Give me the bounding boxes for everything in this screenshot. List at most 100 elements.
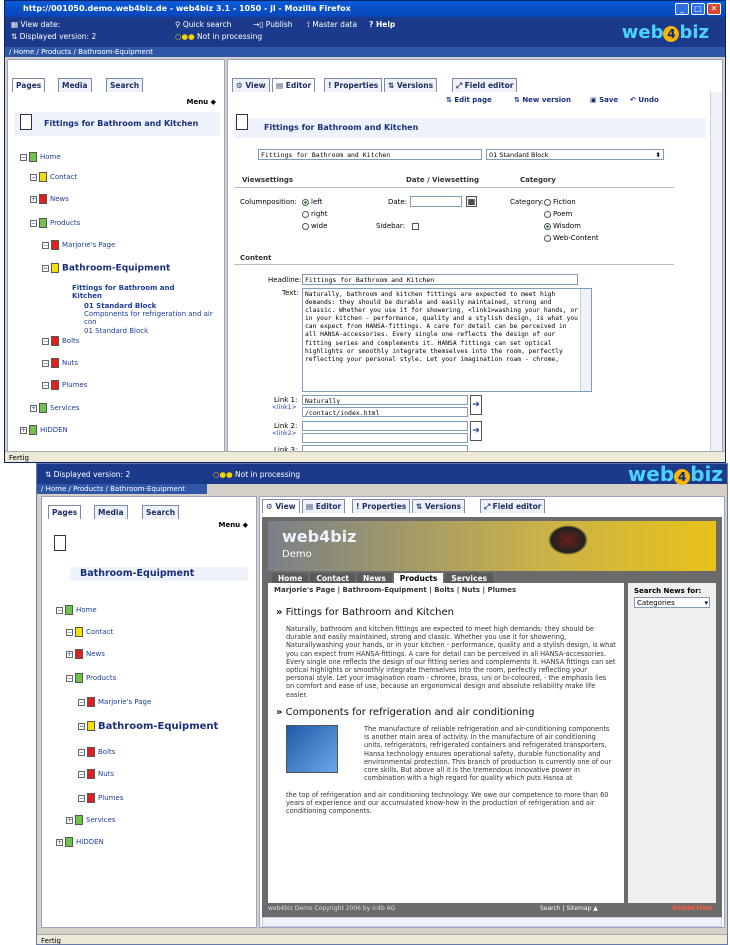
horizontal-scrollbar[interactable] <box>262 917 722 927</box>
link1-picker-button[interactable]: ➔ <box>470 395 482 415</box>
tree-bathroom-equipment[interactable]: − Bathroom-Equipment <box>42 263 170 274</box>
link2-picker-button[interactable]: ➔ <box>470 421 482 441</box>
tree-plumes[interactable]: − Plumes <box>78 793 123 803</box>
cat-wisdom[interactable]: Wisdom <box>544 222 581 230</box>
title-input[interactable]: Fittings for Bathroom and Kitchen <box>258 149 482 160</box>
maximize-button[interactable]: □ <box>691 3 705 15</box>
menu-select[interactable]: Menu ◆ <box>186 98 216 106</box>
tab-field-editor[interactable]: ⤢ Field editor <box>452 78 518 92</box>
browser-window-1: http://001050.demo.web4biz.de - web4biz … <box>4 0 726 463</box>
minimize-button[interactable]: _ <box>675 3 689 15</box>
tree-fittings[interactable]: Fittings for Bathroom and Kitchen <box>72 284 202 300</box>
calendar-icon[interactable]: ▦ <box>466 196 477 207</box>
tree-services[interactable]: + Services <box>66 815 116 825</box>
tree-nuts[interactable]: − Nuts <box>78 769 114 779</box>
new-version-button[interactable]: ⇅ New version <box>514 96 571 104</box>
tree-home[interactable]: − Home <box>20 152 61 162</box>
site-subnav[interactable]: Marjorie's Page | Bathroom-Equipment | B… <box>274 586 516 594</box>
site-footer: web4biz Demo Copyright 2006 by ic4b AG S… <box>268 905 716 915</box>
footer-redaktion[interactable]: REDAKTION <box>673 905 712 912</box>
tab-versions[interactable]: ⇅ Versions <box>384 78 438 92</box>
tab-media[interactable]: Media <box>58 78 92 92</box>
categories-select[interactable]: Categories ▾ <box>634 597 710 608</box>
search-icon: ⚲ <box>175 20 181 29</box>
tree-hidden[interactable]: + HIDDEN <box>20 425 68 435</box>
cat-web-content[interactable]: Web-Content <box>544 234 599 242</box>
link1-text-input[interactable]: Naturally <box>302 395 468 405</box>
block-select[interactable]: 01 Standard Block ⬍ <box>486 149 664 160</box>
link2-text-input[interactable] <box>302 421 468 431</box>
edit-page-button[interactable]: ⇅ Edit page <box>446 96 492 104</box>
master-data-button[interactable]: ⟟ Master data <box>307 20 357 30</box>
publish-button[interactable]: →▯ Publish <box>253 20 293 29</box>
editor-scrollbar[interactable] <box>710 92 722 454</box>
tab-editor[interactable]: ▤ Editor <box>272 78 316 92</box>
menu-select[interactable]: Menu ◆ <box>218 521 248 529</box>
tab-search[interactable]: Search <box>142 505 180 519</box>
tree-standard-block-2[interactable]: 01 Standard Block <box>84 327 148 335</box>
tree-news[interactable]: + News <box>66 649 105 659</box>
breadcrumb: / Home / Products / Bathroom-Equipment <box>37 484 207 494</box>
tree-marjories-page[interactable]: − Marjorie's Page <box>78 697 151 707</box>
undo-button[interactable]: ↶ Undo <box>630 96 659 104</box>
radio-right[interactable]: right <box>302 210 327 218</box>
displayed-version[interactable]: ⇅ Displayed version: 2 <box>45 470 130 479</box>
site-banner: web4biz Demo <box>268 521 716 571</box>
page-icon <box>54 535 66 551</box>
quick-search-button[interactable]: ⚲ Quick search <box>175 20 231 29</box>
tree-products[interactable]: − Products <box>66 673 116 683</box>
footer-links[interactable]: Search | Sitemap ▲ <box>540 905 598 912</box>
tree-marjories-page[interactable]: − Marjorie's Page <box>42 240 115 250</box>
tab-view[interactable]: ⚙ View <box>262 499 300 513</box>
left-panel: Pages Media Search Menu ◆ Bathroom-Equip… <box>41 496 257 928</box>
category-header: Category <box>520 176 556 184</box>
help-button[interactable]: ? Help <box>369 20 395 29</box>
link1-url-input[interactable]: /contact/index.html <box>302 407 468 417</box>
headline-label: Headline: <box>268 276 302 284</box>
tree-nuts[interactable]: − Nuts <box>42 358 78 368</box>
editor-panel: ⚙ View ▤ Editor ! Properties ⇅ Versions … <box>227 59 723 454</box>
tab-search[interactable]: Search <box>106 78 144 92</box>
tab-media[interactable]: Media <box>94 505 128 519</box>
save-button[interactable]: ▣ Save <box>590 96 618 104</box>
headline-input[interactable]: Fittings for Bathroom and Kitchen <box>302 274 578 285</box>
radio-left[interactable]: left <box>302 198 322 206</box>
article-text-1: Naturally, bathroom and kitchen fittings… <box>286 625 616 699</box>
tree-news[interactable]: + News <box>30 194 69 204</box>
tree-home[interactable]: − Home <box>56 605 97 615</box>
tab-properties[interactable]: ! Properties <box>352 499 411 513</box>
radio-wide[interactable]: wide <box>302 222 327 230</box>
text-area[interactable]: Naturally, bathroom and kitchen fittings… <box>302 288 592 392</box>
tab-properties[interactable]: ! Properties <box>324 78 383 92</box>
view-date[interactable]: ▦ View date: <box>11 20 60 29</box>
close-button[interactable]: ✕ <box>707 3 721 15</box>
displayed-version[interactable]: ⇅ Displayed version: 2 <box>11 32 96 41</box>
tab-view[interactable]: ⚙ View <box>232 78 270 92</box>
date-input[interactable] <box>410 196 462 207</box>
cat-poem[interactable]: Poem <box>544 210 572 218</box>
tree-bolts[interactable]: − Bolts <box>42 336 79 346</box>
cat-fiction[interactable]: Fiction <box>544 198 576 206</box>
web4biz-logo: web 4 biz <box>627 463 723 486</box>
text-label: Text: <box>282 289 299 297</box>
tree-bolts[interactable]: − Bolts <box>78 747 115 757</box>
tab-pages[interactable]: Pages <box>48 505 82 519</box>
tab-versions[interactable]: ⇅ Versions <box>412 499 466 513</box>
tree-bathroom-equipment[interactable]: − Bathroom-Equipment <box>78 721 218 732</box>
sidebar-checkbox[interactable] <box>412 222 419 230</box>
article-title-1: » Fittings for Bathroom and Kitchen <box>276 607 454 618</box>
tab-field-editor[interactable]: ⤢ Field editor <box>480 499 546 513</box>
tree-plumes[interactable]: − Plumes <box>42 380 87 390</box>
tree-hidden[interactable]: + HIDDEN <box>56 837 104 847</box>
link2-url-input[interactable] <box>302 433 468 443</box>
text-scrollbar[interactable] <box>580 289 591 391</box>
tree-products[interactable]: − Products <box>30 218 80 228</box>
tree-contact[interactable]: − Contact <box>66 627 113 637</box>
tab-pages[interactable]: Pages <box>12 78 46 92</box>
tree-components[interactable]: Components for refrigeration and air con <box>84 310 214 326</box>
status-bar: Fertig <box>5 451 725 462</box>
tab-editor[interactable]: ▤ Editor <box>302 499 346 513</box>
tree-standard-block-1[interactable]: 01 Standard Block <box>84 302 156 310</box>
tree-services[interactable]: + Services <box>30 403 80 413</box>
tree-contact[interactable]: − Contact <box>30 172 77 182</box>
